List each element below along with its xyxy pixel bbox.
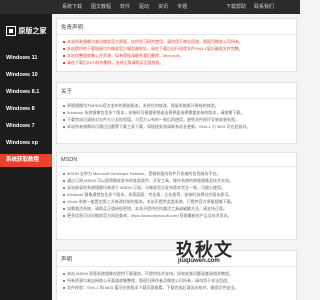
top-bar: 系统下载 图文教程 软件 驱动 资讯 专题 下载帮助 联系我们 <box>0 0 300 14</box>
section-line: 本站 MSDN 原版系统镜像仅提供下载服务，不提供技术支持，如有安装问题请查阅相… <box>63 270 292 277</box>
top-nav: 系统下载 图文教程 软件 驱动 资讯 专题 <box>62 3 187 11</box>
section-line: 本站所有镜像均来自微软官方原版，仅供学习研究使用，请勿用于商业用途，版权归微软公… <box>63 38 292 45</box>
section-disclaimer: 免责声明 本站所有镜像均来自微软官方原版，仅供学习研究使用，请勿用于商业用途，版… <box>56 18 297 72</box>
top-nav-item[interactable]: 系统下载 <box>62 3 82 11</box>
section-line: 本站提供的下载链接均为微软官方服务器地址，请在下载后自行校验文件SHA-1值以确… <box>63 45 292 52</box>
section-line: 本站收录的系统镜像均来源于 MSDN 订阅，与微软官方发布版本完全一致，可放心使… <box>63 184 292 191</box>
section-title: 免责声明 <box>57 19 296 35</box>
top-nav-item[interactable]: 软件 <box>120 3 130 11</box>
section-line: 如需激活系统，请购买正版授权密钥，本站不提供任何激活工具或破解方法，请支持正版。 <box>63 205 292 212</box>
top-nav-item[interactable]: 专题 <box>177 3 187 11</box>
windows-logo-icon <box>5 26 16 36</box>
sidebar-item-windows-xp[interactable]: Windows xp <box>0 137 52 150</box>
sidebar-item-windows-11[interactable]: Windows 11 <box>0 52 52 65</box>
sidebar-item-tutorial[interactable]: 系统获取教程 <box>0 154 52 167</box>
section-about: 关于 原版镜像均为MSDN官方发布的原始版本，未经任何修改，保留系统原汁原味的体… <box>56 82 297 144</box>
watermark-subtitle: jiuqiuwen.com <box>178 258 220 264</box>
top-right-links: 下载帮助 联系我们 <box>226 3 274 11</box>
sidebar-item-windows-7[interactable]: Windows 7 <box>0 120 52 133</box>
section-line: MSDN 全称为 Microsoft Developer Network，是微软… <box>63 170 292 177</box>
section-body: MSDN 全称为 Microsoft Developer Network，是微软… <box>57 167 296 223</box>
logo-text: 原版之家 <box>18 28 47 35</box>
section-line: 更多信息可访问微软官方网站查询，https://www.microsoft.co… <box>63 212 292 219</box>
top-nav-item[interactable]: 驱动 <box>139 3 149 11</box>
section-body: 本站 MSDN 原版系统镜像仅提供下载服务，不提供技术支持，如有安装问题请查阅相… <box>57 267 296 295</box>
section-line: 本站所有镜像均可通过迅雷等下载工具下载，如链接失效请联系站长更新。SHA-1 与… <box>63 123 292 130</box>
sidebar: 原版之家 Windows 11 Windows 10 Windows 8.1 W… <box>0 14 52 300</box>
section-line: 文件校验：SHA-1 和 MD5 值可在各版本下载页面查看，下载完成后请务必核对… <box>63 284 292 291</box>
top-nav-item[interactable]: 图文教程 <box>91 3 111 11</box>
sidebar-item-windows-8-1[interactable]: Windows 8.1 <box>0 86 52 99</box>
site-logo[interactable]: 原版之家 <box>0 14 52 48</box>
section-title: 关于 <box>57 83 296 99</box>
section-msdn: MSDN MSDN 全称为 Microsoft Developer Networ… <box>56 152 297 240</box>
section-body: 原版镜像均为MSDN官方发布的原始版本，未经任何修改，保留系统原汁原味的体验。 … <box>57 99 296 134</box>
top-nav-item[interactable]: 资讯 <box>158 3 168 11</box>
sidebar-item-windows-8[interactable]: Windows 8 <box>0 103 52 116</box>
section-line: Windows 系统镜像包含多个版本，安装时可根据密钥或选择界面选择需要安装的版… <box>63 109 292 116</box>
section-line: 请在下载后24小时内删除，支持正版请购买正版授权。 <box>63 59 292 66</box>
section-line: 原版镜像均为MSDN官方发布的原始版本，未经任何修改，保留系统原汁原味的体验。 <box>63 102 292 109</box>
sidebar-nav: Windows 11 Windows 10 Windows 8.1 Window… <box>0 52 52 167</box>
top-right-link[interactable]: 下载帮助 <box>226 3 246 11</box>
section-body: 本站所有镜像均来自微软官方原版，仅供学习研究使用，请勿用于商业用途，版权归微软公… <box>57 35 296 70</box>
top-right-link[interactable]: 联系我们 <box>254 3 274 11</box>
section-line: 通过订阅 MSDN 可以获得微软发布的各类软件、开发工具、操作系统的原版镜像及技… <box>63 177 292 184</box>
section-line: Windows 镜像通常包含多个版本，如家庭版、专业版、企业版等，安装时选择对应… <box>63 191 292 198</box>
section-line: 所有资源均来自网络公开渠道收集整理，版权归原作者及微软公司所有，请勿用于非法用途… <box>63 277 292 284</box>
section-line: 本站仅整理收集公开资源，如有侵权请联系我们删除，Microsoft。 <box>63 52 292 59</box>
section-line: Ghost 系统一般是由第三方修改封装的版本，本站不提供此类系统，只提供官方原版… <box>63 198 292 205</box>
section-line: 下载完成后请核对文件大小及校验值，与官方公布的一致后再使用，避免文件损坏导致安装… <box>63 116 292 123</box>
section-title: MSDN <box>57 153 296 167</box>
sidebar-item-windows-10[interactable]: Windows 10 <box>0 69 52 82</box>
